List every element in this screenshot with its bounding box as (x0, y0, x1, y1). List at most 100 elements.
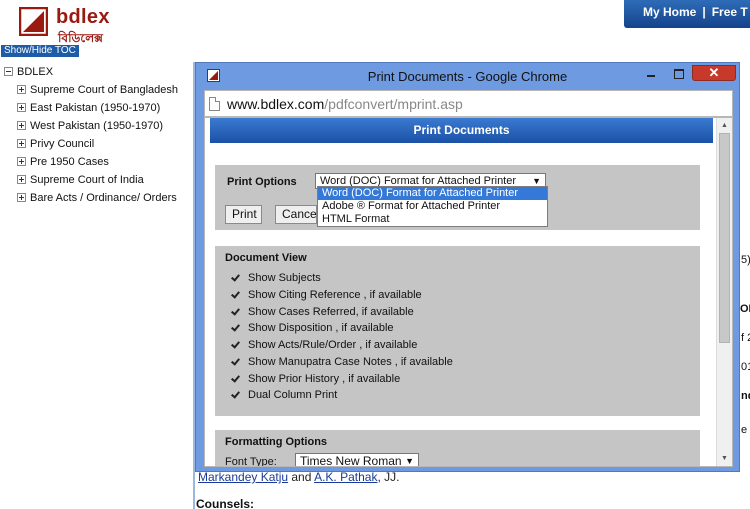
option-dual-column[interactable]: Dual Column Print (231, 387, 337, 404)
checkbox-checked-icon[interactable] (231, 374, 240, 383)
judges-and: and (288, 470, 315, 484)
toc-root[interactable]: BDLEX (4, 63, 194, 81)
cancel-button[interactable]: Cancel (275, 205, 317, 224)
article-fragment: 01 (741, 361, 750, 373)
collapse-icon[interactable] (4, 67, 13, 76)
window-titlebar[interactable]: Print Documents - Google Chrome ✕ (196, 63, 739, 88)
option-show-prior-history[interactable]: Show Prior History , if available (231, 371, 400, 388)
scroll-down-arrow-icon[interactable]: ▼ (717, 451, 732, 466)
toc-item-label: Bare Acts / Ordinance/ Orders (30, 192, 177, 204)
judges-line: Markandey Katju and A.K. Pathak, JJ. (198, 470, 399, 484)
expand-icon[interactable] (17, 121, 26, 130)
url-path: /pdfconvert/mprint.asp (324, 96, 463, 112)
article-fragment: ndi (741, 390, 750, 402)
dropdown-option-adobe[interactable]: Adobe ® Format for Attached Printer (318, 200, 547, 213)
checkbox-checked-icon[interactable] (231, 273, 240, 282)
expand-icon[interactable] (17, 139, 26, 148)
toc-tree: BDLEX Supreme Court of Bangladesh East P… (4, 63, 194, 207)
toc-item-supreme-court-india[interactable]: Supreme Court of India (4, 171, 194, 189)
checkbox-checked-icon[interactable] (231, 357, 240, 366)
address-bar[interactable]: www.bdlex.com/pdfconvert/mprint.asp (204, 90, 733, 117)
toc-item-label: Supreme Court of Bangladesh (30, 84, 178, 96)
toc-toggle-button[interactable]: Show/Hide TOC (1, 45, 79, 57)
judge-link[interactable]: A.K. Pathak (314, 470, 377, 484)
document-view-title: Document View (225, 252, 307, 264)
toc-item-label: West Pakistan (1950-1970) (30, 120, 164, 132)
option-label: Show Cases Referred, if available (248, 306, 414, 318)
option-show-case-notes[interactable]: Show Manupatra Case Notes , if available (231, 354, 453, 371)
toc-item-supreme-court-bangladesh[interactable]: Supreme Court of Bangladesh (4, 81, 194, 99)
toc-item-east-pakistan[interactable]: East Pakistan (1950-1970) (4, 99, 194, 117)
option-label: Show Acts/Rule/Order , if available (248, 339, 418, 351)
nav-separator: | (702, 5, 706, 19)
my-home-link[interactable]: My Home (643, 5, 696, 19)
expand-icon[interactable] (17, 103, 26, 112)
option-show-cases-referred[interactable]: Show Cases Referred, if available (231, 304, 414, 321)
toc-item-label: East Pakistan (1950-1970) (30, 102, 161, 114)
close-button[interactable]: ✕ (692, 65, 736, 81)
document-view-panel: Document View Show Subjects Show Citing … (215, 246, 700, 416)
counsels-heading: Counsels: (196, 497, 255, 509)
toc-item-west-pakistan[interactable]: West Pakistan (1950-1970) (4, 117, 194, 135)
checkbox-checked-icon[interactable] (231, 340, 240, 349)
option-label: Show Subjects (248, 272, 321, 284)
option-label: Show Prior History , if available (248, 373, 401, 385)
option-label: Show Citing Reference , if available (248, 289, 422, 301)
expand-icon[interactable] (17, 175, 26, 184)
judge-link[interactable]: Markandey Katju (198, 470, 288, 484)
scroll-thumb[interactable] (719, 133, 730, 343)
print-button[interactable]: Print (225, 205, 262, 224)
expand-icon[interactable] (17, 85, 26, 94)
expand-icon[interactable] (17, 157, 26, 166)
expand-icon[interactable] (17, 193, 26, 202)
url-text[interactable]: www.bdlex.com/pdfconvert/mprint.asp (227, 96, 463, 112)
toc-item-label: Privy Council (30, 138, 95, 150)
page-content: Print Documents Print Options Word (DOC)… (204, 117, 733, 467)
font-type-label: Font Type: (225, 456, 277, 467)
checkbox-checked-icon[interactable] (231, 290, 240, 299)
browser-page: bdlex বিডিলেক্স Show/Hide TOC My Home | Fr… (0, 0, 750, 509)
print-format-dropdown-list: Word (DOC) Format for Attached Printer A… (317, 186, 548, 227)
toc-root-label: BDLEX (17, 66, 54, 78)
dropdown-option-word[interactable]: Word (DOC) Format for Attached Printer (318, 187, 547, 200)
article-fragment: OI (740, 303, 750, 315)
toc-item-label: Pre 1950 Cases (30, 156, 109, 168)
url-host: www.bdlex.com (227, 96, 325, 112)
minimize-button[interactable] (639, 65, 664, 81)
print-documents-window: Print Documents - Google Chrome ✕ www.bd… (195, 62, 740, 472)
formatting-options-title: Formatting Options (225, 436, 328, 448)
article-fragment: f 2 (741, 332, 750, 344)
page-icon (209, 97, 220, 111)
option-show-subjects[interactable]: Show Subjects (231, 270, 321, 287)
vertical-scrollbar[interactable]: ▲ ▼ (716, 118, 732, 466)
top-navigation: My Home | Free T (624, 0, 750, 28)
option-label: Show Disposition , if available (248, 322, 394, 334)
bdlex-logo-mark-icon (19, 7, 48, 36)
article-fragment: 5)F (741, 254, 750, 266)
toc-item-privy-council[interactable]: Privy Council (4, 135, 194, 153)
option-show-acts[interactable]: Show Acts/Rule/Order , if available (231, 337, 417, 354)
checkbox-checked-icon[interactable] (231, 323, 240, 332)
page-header: Print Documents (210, 118, 713, 143)
free-link[interactable]: Free T (712, 5, 748, 19)
checkbox-checked-icon[interactable] (231, 390, 240, 399)
article-fragment: e a (741, 424, 750, 436)
option-show-disposition[interactable]: Show Disposition , if available (231, 320, 394, 337)
maximize-button[interactable] (666, 65, 691, 81)
option-label: Dual Column Print (248, 389, 338, 401)
toc-item-label: Supreme Court of India (30, 174, 144, 186)
bdlex-logo[interactable]: bdlex বিডিলেক্স (19, 6, 117, 45)
option-label: Show Manupatra Case Notes , if available (248, 356, 453, 368)
scroll-up-arrow-icon[interactable]: ▲ (717, 118, 732, 133)
formatting-options-panel: Formatting Options Font Type: Times New … (215, 430, 700, 467)
font-type-select[interactable]: Times New Roman ▼ (295, 453, 419, 467)
option-show-citing-reference[interactable]: Show Citing Reference , if available (231, 287, 422, 304)
checkbox-checked-icon[interactable] (231, 307, 240, 316)
dropdown-option-html[interactable]: HTML Format (318, 213, 547, 226)
toc-item-pre-1950[interactable]: Pre 1950 Cases (4, 153, 194, 171)
dropdown-arrow-icon: ▼ (405, 456, 414, 466)
font-type-value: Times New Roman (300, 454, 402, 467)
logo-text: bdlex (56, 6, 110, 28)
judges-suffix: , JJ. (377, 470, 400, 484)
toc-item-bare-acts[interactable]: Bare Acts / Ordinance/ Orders (4, 189, 194, 207)
